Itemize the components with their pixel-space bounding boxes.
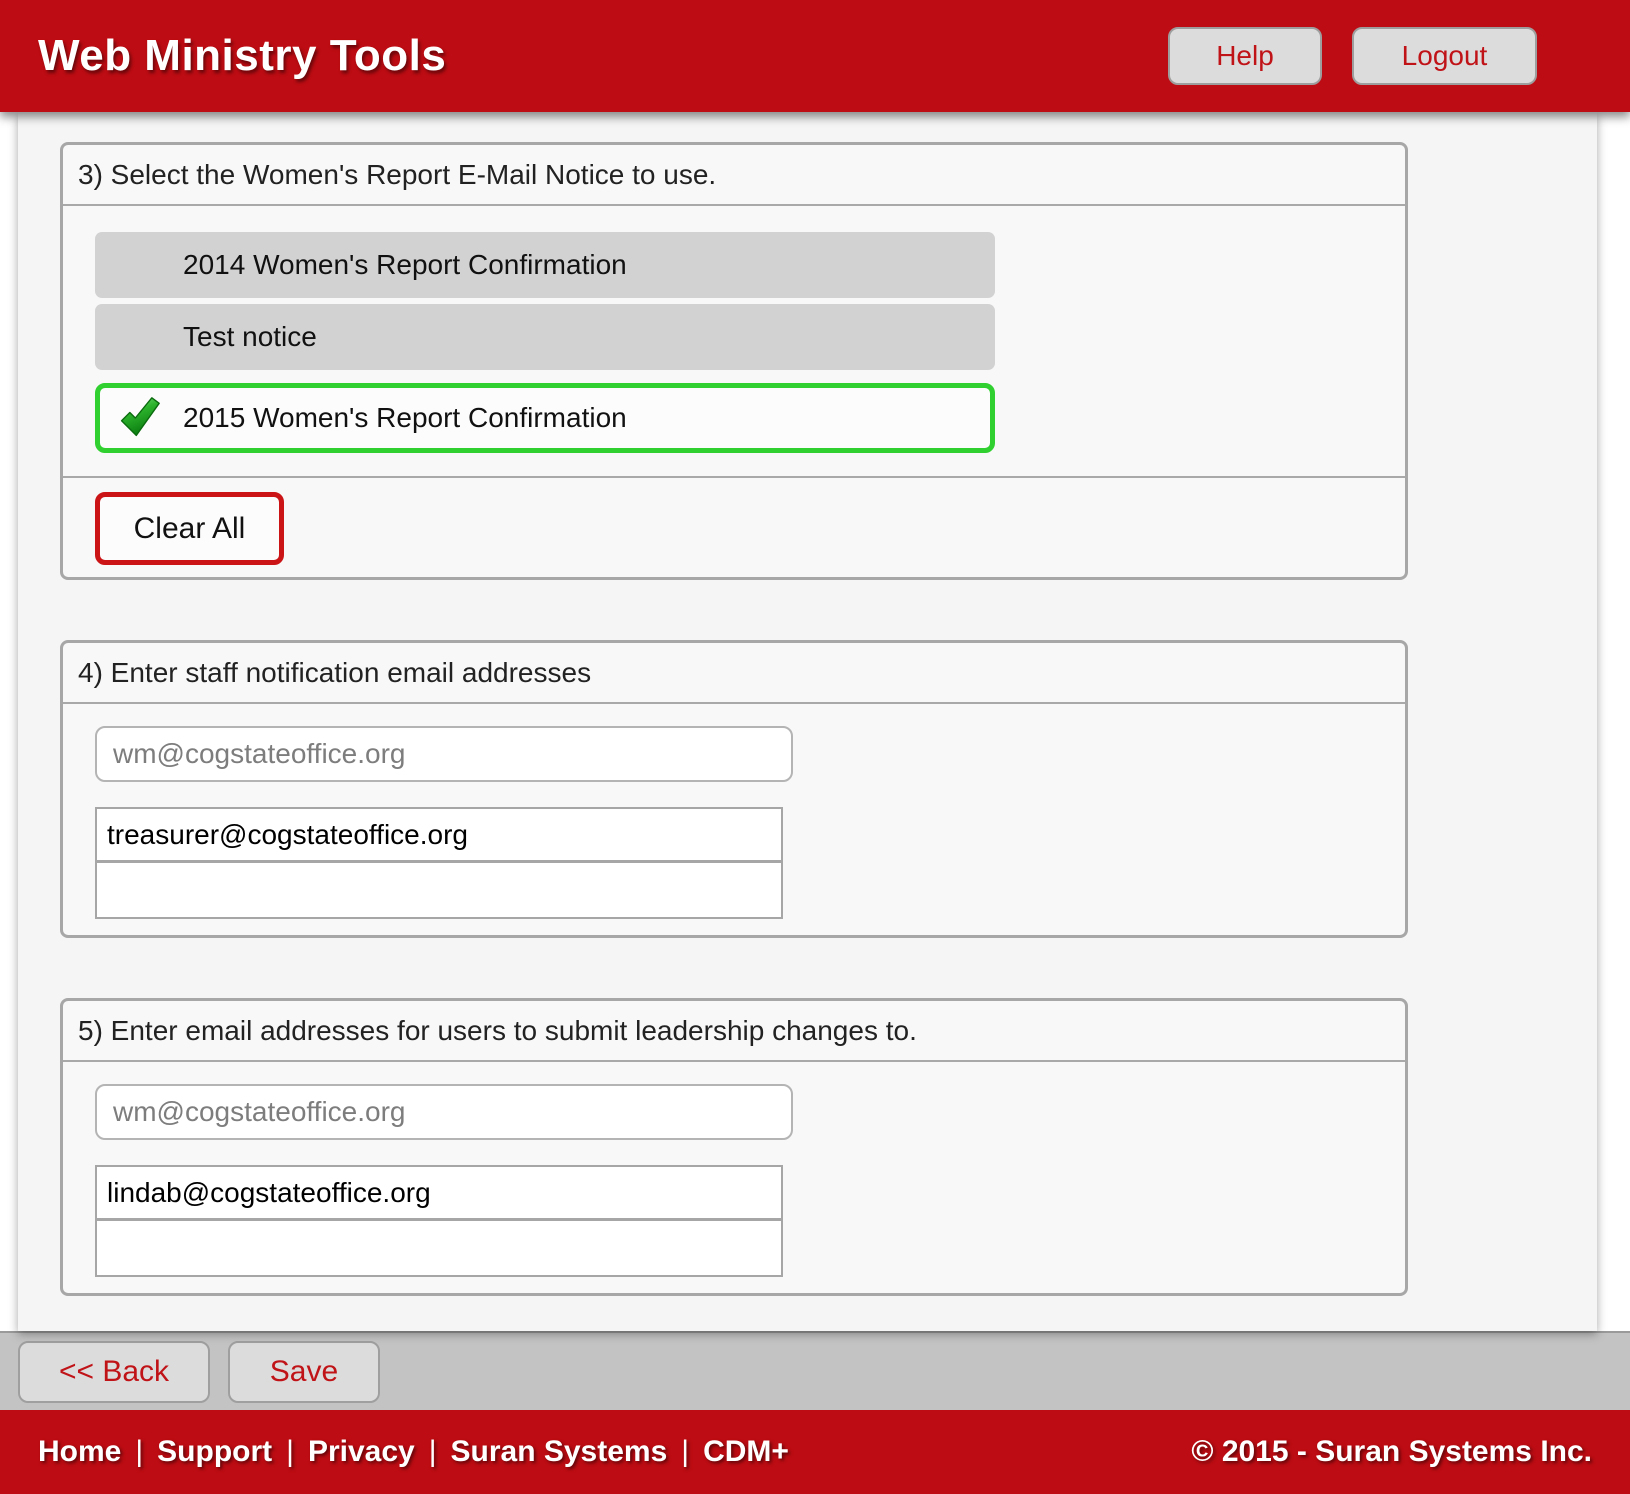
app-footer: Home | Support | Privacy | Suran Systems… [0, 1410, 1630, 1494]
footer-separator: | [286, 1435, 294, 1469]
leadership-email-row-2[interactable] [97, 1221, 781, 1275]
section-staff-heading: 4) Enter staff notification email addres… [63, 643, 1405, 704]
notice-option-2014[interactable]: 2014 Women's Report Confirmation [95, 232, 995, 298]
footer-links: Home | Support | Privacy | Suran Systems… [38, 1435, 789, 1469]
notice-option-2015-selected[interactable]: 2015 Women's Report Confirmation [95, 383, 995, 453]
section-leadership-emails: 5) Enter email addresses for users to su… [60, 998, 1408, 1296]
copyright-text: © 2015 - Suran Systems Inc. [1191, 1435, 1592, 1469]
clear-all-wrap: Clear All [63, 478, 1405, 577]
section-notice-heading: 3) Select the Women's Report E-Mail Noti… [63, 145, 1405, 206]
footer-separator: | [135, 1435, 143, 1469]
notice-option-test[interactable]: Test notice [95, 304, 995, 370]
footer-link-cdm[interactable]: CDM+ [703, 1435, 789, 1469]
section-leadership-heading: 5) Enter email addresses for users to su… [63, 1001, 1405, 1062]
leadership-email-row-1[interactable] [97, 1167, 781, 1221]
section-notice-select: 3) Select the Women's Report E-Mail Noti… [60, 142, 1408, 580]
save-button[interactable]: Save [228, 1341, 380, 1403]
notice-options-list: 2014 Women's Report Confirmation Test no… [63, 206, 1405, 453]
app-header: Web Ministry Tools Help Logout [0, 0, 1630, 112]
staff-email-row-2[interactable] [97, 863, 781, 917]
leadership-email-input[interactable] [95, 1084, 793, 1140]
logout-button[interactable]: Logout [1352, 27, 1537, 85]
footer-link-home[interactable]: Home [38, 1435, 121, 1469]
staff-email-list [95, 807, 783, 919]
leadership-email-list [95, 1165, 783, 1277]
page-title: Web Ministry Tools [38, 31, 446, 81]
footer-link-privacy[interactable]: Privacy [308, 1435, 415, 1469]
footer-link-suran-systems[interactable]: Suran Systems [451, 1435, 668, 1469]
check-icon [117, 396, 161, 440]
leadership-emails-body [63, 1062, 1405, 1293]
help-button[interactable]: Help [1168, 27, 1322, 85]
notice-option-label: Test notice [183, 321, 317, 353]
staff-email-row-1[interactable] [97, 809, 781, 863]
footer-separator: | [681, 1435, 689, 1469]
notice-option-label: 2015 Women's Report Confirmation [183, 402, 627, 434]
header-buttons: Help Logout [1168, 27, 1537, 85]
staff-email-input[interactable] [95, 726, 793, 782]
action-bar: << Back Save [0, 1331, 1630, 1410]
back-button[interactable]: << Back [18, 1341, 210, 1403]
footer-separator: | [429, 1435, 437, 1469]
content-panel: 3) Select the Women's Report E-Mail Noti… [18, 112, 1597, 1331]
clear-all-button[interactable]: Clear All [95, 492, 284, 565]
footer-link-support[interactable]: Support [157, 1435, 272, 1469]
staff-emails-body [63, 704, 1405, 935]
section-staff-emails: 4) Enter staff notification email addres… [60, 640, 1408, 938]
notice-option-label: 2014 Women's Report Confirmation [183, 249, 627, 281]
